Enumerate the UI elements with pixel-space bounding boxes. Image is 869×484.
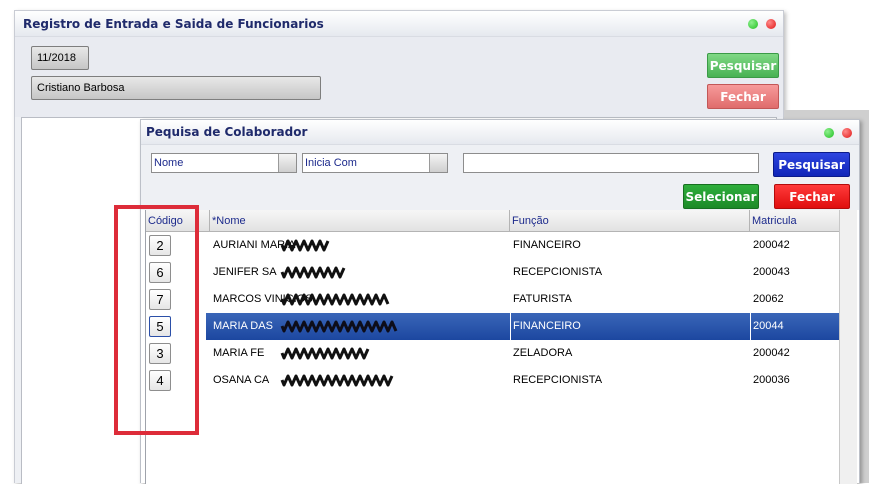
maximize-icon[interactable] — [748, 19, 758, 29]
results-grid: Código *Nome Função Matricula 2 AURIANI M… — [145, 210, 857, 484]
redaction-scribble — [280, 293, 390, 306]
main-close-button[interactable]: Fechar — [707, 84, 779, 109]
redaction-scribble — [280, 320, 398, 333]
table-row[interactable]: 7 MARCOS VINICIOS FATURISTA 20062 — [146, 286, 840, 313]
dialog-title: Pequisa de Colaborador — [146, 125, 308, 139]
dialog-filter-bar: Nome Inicia Com Pesquisar Selecionar Fec… — [141, 145, 859, 210]
role-cell: FATURISTA — [513, 293, 572, 305]
main-search-button[interactable]: Pesquisar — [707, 53, 779, 78]
redaction-scribble — [280, 347, 370, 360]
main-window-toolbar: 11/2018 Cristiano Barbosa Pesquisar Fech… — [15, 37, 783, 117]
field-combo[interactable]: Nome — [151, 153, 297, 173]
dialog-maximize-icon[interactable] — [824, 128, 834, 138]
redaction-scribble — [280, 266, 346, 279]
employee-search-dialog: Pequisa de Colaborador Nome Inicia Com P… — [140, 119, 860, 484]
main-window-title: Registro de Entrada e Saida de Funcionar… — [23, 17, 324, 31]
role-cell: FINANCEIRO — [513, 320, 581, 332]
column-header-registration[interactable]: Matricula — [750, 210, 840, 232]
table-row[interactable]: 6 JENIFER SA RECEPCIONISTA 200043 — [146, 259, 840, 286]
dialog-close-button[interactable]: Fechar — [774, 184, 850, 209]
operator-combo[interactable]: Inicia Com — [302, 153, 448, 173]
role-cell: FINANCEIRO — [513, 239, 581, 251]
highlight-annotation — [114, 205, 199, 435]
chevron-down-icon[interactable] — [278, 154, 296, 172]
registration-cell: 200036 — [753, 374, 790, 386]
role-cell: RECEPCIONISTA — [513, 374, 603, 386]
operator-combo-value: Inicia Com — [305, 157, 357, 169]
select-button[interactable]: Selecionar — [683, 184, 759, 209]
field-combo-value: Nome — [154, 157, 184, 169]
registration-cell: 200042 — [753, 239, 790, 251]
name-cell: JENIFER SA — [213, 266, 277, 278]
search-input[interactable] — [463, 153, 759, 173]
vertical-scrollbar[interactable] — [839, 210, 857, 484]
table-row[interactable]: 4 OSANA CA RECEPCIONISTA 200036 — [146, 367, 840, 394]
table-row[interactable]: 2 AURIANI MARIA FINANCEIRO 200042 — [146, 232, 840, 259]
column-header-role[interactable]: Função — [510, 210, 750, 232]
main-window-titlebar[interactable]: Registro de Entrada e Saida de Funcionar… — [15, 11, 783, 37]
period-button[interactable]: 11/2018 — [31, 46, 89, 70]
registration-cell: 200042 — [753, 347, 790, 359]
chevron-down-icon[interactable] — [429, 154, 447, 172]
redaction-scribble — [280, 374, 394, 387]
employee-button[interactable]: Cristiano Barbosa — [31, 76, 321, 100]
registration-cell: 20044 — [753, 320, 784, 332]
role-cell: ZELADORA — [513, 347, 573, 359]
close-icon[interactable] — [766, 19, 776, 29]
redaction-scribble — [280, 239, 330, 252]
dialog-close-icon[interactable] — [842, 128, 852, 138]
registration-cell: 20062 — [753, 293, 784, 305]
grid-header: Código *Nome Função Matricula — [146, 210, 840, 232]
table-row[interactable]: 3 MARIA FE ZELADORA 200042 — [146, 340, 840, 367]
dialog-search-button[interactable]: Pesquisar — [773, 152, 850, 177]
registration-cell: 200043 — [753, 266, 790, 278]
column-header-name[interactable]: *Nome — [210, 210, 510, 232]
role-cell: RECEPCIONISTA — [513, 266, 603, 278]
dialog-titlebar[interactable]: Pequisa de Colaborador — [141, 120, 859, 145]
table-row[interactable]: 5 MARIA DAS FINANCEIRO 20044 — [146, 313, 840, 340]
name-cell: AURIANI MARIA — [213, 239, 296, 251]
